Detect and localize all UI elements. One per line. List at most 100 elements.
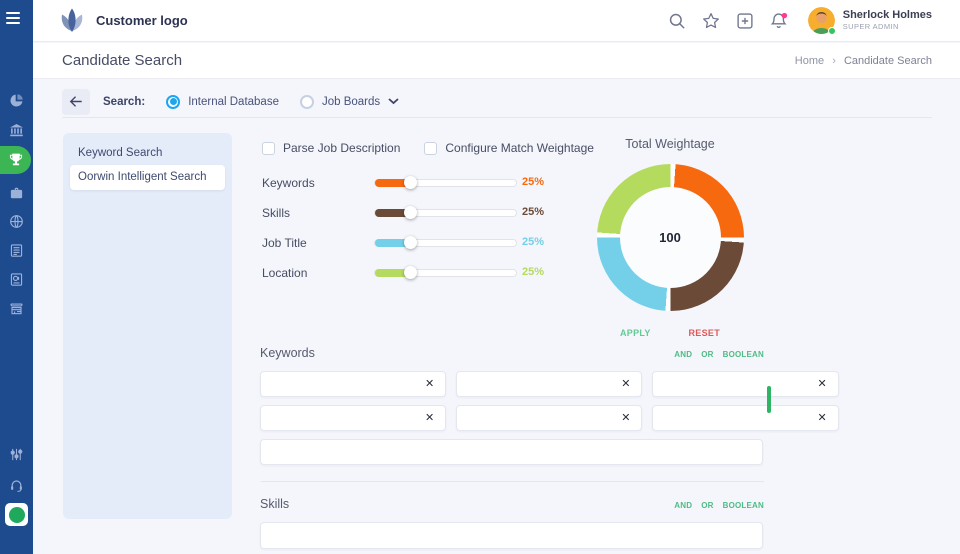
breadcrumb-home[interactable]: Home (795, 55, 824, 67)
clear-icon[interactable]: ✕ (414, 378, 445, 390)
skills-section-header: Skills AND OR BOOLEAN (260, 497, 764, 511)
breadcrumb-separator: › (832, 54, 836, 67)
briefcase-icon[interactable] (0, 184, 33, 202)
search-label: Search: (103, 95, 146, 108)
globe-icon[interactable] (0, 212, 33, 230)
slider-value: 25% (522, 236, 545, 248)
search-icon[interactable] (668, 12, 686, 30)
section-divider (261, 481, 764, 482)
reset-button[interactable]: RESET (688, 328, 720, 338)
user-role: SUPER ADMIN (842, 22, 899, 32)
newspaper-icon[interactable] (0, 241, 33, 259)
keywords-free-text-box (260, 439, 763, 465)
keyword-input[interactable] (653, 372, 807, 396)
skills-free-text-input[interactable] (261, 523, 762, 548)
keyword-chip: ✕ (260, 371, 447, 397)
keyword-chip: ✕ (652, 405, 839, 431)
keyword-input[interactable] (261, 372, 414, 396)
configure-match-weightage-checkbox[interactable]: Configure Match Weightage (424, 141, 594, 155)
operator-boolean[interactable]: BOOLEAN (723, 501, 764, 510)
slider-track[interactable] (374, 206, 517, 219)
customer-logo-icon (61, 8, 83, 32)
sliders-icon[interactable] (0, 445, 33, 463)
panel-item-oorwin-intelligent-search[interactable]: Oorwin Intelligent Search (70, 165, 225, 190)
search-type-panel: Keyword Search Oorwin Intelligent Search (63, 133, 232, 519)
slider-thumb[interactable] (404, 206, 418, 219)
topbar: Customer logo Sherlock Holmes SUPER ADMI… (33, 0, 960, 42)
notification-dot (781, 12, 787, 18)
chart-center-value: 100 (619, 187, 721, 288)
breadcrumb: Home › Candidate Search (795, 55, 932, 67)
add-square-icon[interactable] (736, 12, 754, 30)
clear-icon[interactable]: ✕ (414, 412, 445, 424)
operator-and[interactable]: AND (674, 501, 692, 510)
menu-icon[interactable] (6, 12, 20, 27)
clear-icon[interactable]: ✕ (806, 378, 837, 390)
star-icon[interactable] (702, 12, 720, 30)
keyword-chip: ✕ (652, 371, 839, 397)
clear-icon[interactable]: ✕ (610, 378, 641, 390)
topbar-actions: Sherlock Holmes SUPER ADMIN (652, 7, 932, 35)
slider-track[interactable] (374, 176, 517, 189)
panel-item-keyword-search[interactable]: Keyword Search (78, 147, 162, 159)
operator-or[interactable]: OR (701, 501, 713, 510)
job-title-slider: Job Title 25% (262, 236, 545, 250)
apply-button[interactable]: APPLY (620, 328, 651, 338)
keyword-operators: AND OR BOOLEAN (674, 350, 764, 359)
pie-chart-icon[interactable] (0, 91, 33, 109)
clear-icon[interactable]: ✕ (806, 412, 837, 424)
radio-selected-icon (166, 94, 181, 109)
slider-value: 25% (522, 176, 545, 188)
keyword-input[interactable] (457, 372, 611, 396)
keyword-chip: ✕ (456, 405, 643, 431)
total-weightage-chart: Total Weightage 100 APPLY RESET (596, 137, 744, 338)
keywords-slider: Keywords 25% (262, 176, 545, 190)
bell-icon[interactable] (770, 12, 788, 30)
bank-icon[interactable] (0, 121, 33, 139)
avatar[interactable] (807, 7, 836, 35)
app-sidebar (0, 0, 33, 554)
keywords-section-header: Keywords AND OR BOOLEAN (260, 346, 764, 360)
breadcrumb-current: Candidate Search (843, 54, 932, 67)
slider-thumb[interactable] (404, 236, 418, 249)
headset-icon[interactable] (0, 476, 33, 494)
keywords-free-text-input[interactable] (261, 440, 762, 464)
slider-thumb[interactable] (404, 266, 418, 279)
keyword-input[interactable] (457, 406, 611, 430)
operator-or[interactable]: OR (701, 350, 713, 359)
chat-widget-icon[interactable] (5, 503, 28, 526)
user-menu[interactable]: Sherlock Holmes SUPER ADMIN (843, 9, 932, 31)
option-checkboxes: Parse Job Description Configure Match We… (262, 141, 594, 155)
keyword-input[interactable] (653, 406, 807, 430)
slider-track[interactable] (374, 236, 517, 249)
keyword-chip: ✕ (260, 405, 447, 431)
keyword-chip-list: ✕ ✕ ✕ ✕ ✕ ✕ (260, 371, 839, 431)
keyword-chip: ✕ (456, 371, 643, 397)
operator-and[interactable]: AND (674, 350, 692, 359)
checkbox-icon (262, 141, 275, 155)
slider-value: 25% (522, 266, 545, 278)
page-title: Candidate Search (62, 52, 183, 69)
chart-title: Total Weightage (625, 137, 715, 151)
scrollbar-thumb[interactable] (767, 386, 771, 413)
trophy-icon (9, 153, 22, 166)
total-weightage-donut: 100 (596, 164, 744, 311)
storefront-icon[interactable] (0, 299, 33, 317)
keywords-section-title: Keywords (260, 346, 315, 360)
back-button[interactable] (62, 88, 90, 115)
clear-icon[interactable]: ✕ (610, 412, 641, 424)
sidebar-item-trophy-active[interactable] (0, 146, 31, 174)
skills-section-title: Skills (260, 497, 290, 511)
online-status-dot (827, 27, 836, 35)
operator-boolean[interactable]: BOOLEAN (723, 350, 764, 359)
parse-job-description-checkbox[interactable]: Parse Job Description (262, 141, 400, 155)
logo-text: Customer logo (96, 13, 188, 28)
keyword-input[interactable] (261, 406, 414, 430)
blog-icon[interactable] (0, 270, 33, 288)
location-slider: Location 25% (262, 266, 545, 280)
page-header: Candidate Search Home › Candidate Search (33, 43, 960, 79)
slider-track[interactable] (374, 266, 517, 279)
chart-actions: APPLY RESET (596, 328, 744, 338)
user-name: Sherlock Holmes (842, 9, 932, 22)
slider-thumb[interactable] (404, 176, 418, 189)
